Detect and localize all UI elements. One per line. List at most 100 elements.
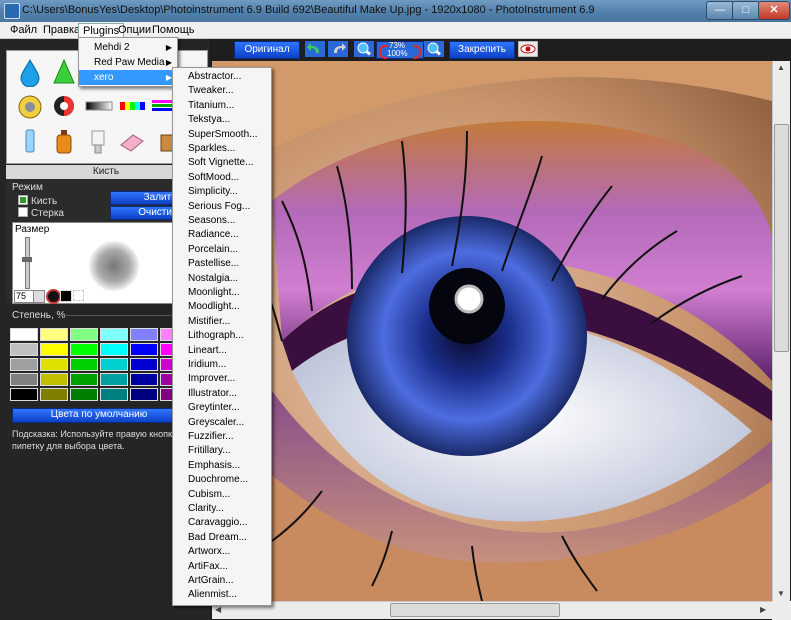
- gradient-icon[interactable]: [83, 91, 113, 121]
- horizontal-scroll-thumb[interactable]: [390, 603, 560, 617]
- xero-menu-item[interactable]: Simplicity...: [188, 186, 238, 197]
- palette-swatch[interactable]: [70, 328, 98, 341]
- size-slider-thumb[interactable]: [22, 257, 32, 262]
- redo-icon[interactable]: [328, 41, 348, 57]
- xero-menu-item[interactable]: Tekstya...: [188, 114, 230, 125]
- eraser-checkbox[interactable]: [18, 207, 28, 217]
- palette-swatch[interactable]: [70, 373, 98, 386]
- xero-menu-item[interactable]: Clarity...: [188, 503, 224, 514]
- size-slider[interactable]: [25, 237, 30, 289]
- xero-menu-item[interactable]: Emphasis...: [188, 460, 240, 471]
- xero-menu-item[interactable]: Nostalgia...: [188, 273, 238, 284]
- palette-swatch[interactable]: [70, 388, 98, 401]
- xero-menu-item[interactable]: Greyscaler...: [188, 417, 244, 428]
- menu-file[interactable]: Файл: [6, 23, 41, 37]
- mode-brush-option[interactable]: Кисть: [18, 195, 57, 207]
- water-drop-icon[interactable]: [15, 57, 45, 87]
- menu-help[interactable]: Помощь: [148, 23, 199, 37]
- contrast-icon[interactable]: [49, 91, 79, 121]
- scroll-down-icon[interactable]: ▼: [777, 589, 785, 598]
- zoom-in-icon[interactable]: [354, 41, 374, 57]
- xero-menu-item[interactable]: Caravaggio...: [188, 517, 247, 528]
- xero-menu-item[interactable]: Soft Vignette...: [188, 157, 253, 168]
- palette-swatch[interactable]: [100, 343, 128, 356]
- lamp-icon[interactable]: [83, 127, 113, 157]
- selection-icon[interactable]: [73, 290, 84, 301]
- brush-checkbox[interactable]: [18, 195, 28, 205]
- xero-menu-item[interactable]: Bad Dream...: [188, 532, 247, 543]
- palette-swatch[interactable]: [100, 328, 128, 341]
- scroll-up-icon[interactable]: ▲: [777, 63, 785, 72]
- xero-menu-item[interactable]: Moonlight...: [188, 287, 240, 298]
- zoom-out-icon[interactable]: [424, 41, 444, 57]
- plugins-menu-item-mehdi[interactable]: Mehdi 2 ▶: [79, 40, 177, 55]
- size-value-input[interactable]: 75: [14, 290, 35, 303]
- xero-menu-item[interactable]: ArtGrain...: [188, 575, 234, 586]
- palette-swatch[interactable]: [100, 388, 128, 401]
- palette-swatch[interactable]: [130, 373, 158, 386]
- palette-swatch[interactable]: [70, 358, 98, 371]
- palette-swatch[interactable]: [10, 328, 38, 341]
- xero-menu-item[interactable]: Abstractor...: [188, 71, 241, 82]
- color-bars-icon[interactable]: [117, 91, 147, 121]
- size-spinner[interactable]: [33, 290, 45, 303]
- bottle-icon[interactable]: [49, 127, 79, 157]
- cone-icon[interactable]: [49, 57, 79, 87]
- xero-menu-item[interactable]: Sparkles...: [188, 143, 235, 154]
- undo-icon[interactable]: [305, 41, 325, 57]
- xero-menu-item[interactable]: Lineart...: [188, 345, 227, 356]
- eraser-icon[interactable]: [117, 127, 147, 157]
- xero-menu-item[interactable]: Titanium...: [188, 100, 234, 111]
- palette-swatch[interactable]: [130, 388, 158, 401]
- vertical-scroll-thumb[interactable]: [774, 124, 789, 352]
- palette-swatch[interactable]: [130, 343, 158, 356]
- default-colors-button[interactable]: Цвета по умолчанию: [12, 408, 186, 423]
- scroll-left-icon[interactable]: ◀: [215, 605, 221, 614]
- xero-menu-item[interactable]: SuperSmooth...: [188, 129, 257, 140]
- xero-menu-item[interactable]: Mistifier...: [188, 316, 230, 327]
- xero-menu-item[interactable]: Radiance...: [188, 229, 239, 240]
- original-button[interactable]: Оригинал: [234, 41, 300, 59]
- stamp-icon[interactable]: [15, 91, 45, 121]
- xero-menu-item[interactable]: Alienmist...: [188, 589, 237, 600]
- palette-swatch[interactable]: [10, 358, 38, 371]
- palette-swatch[interactable]: [130, 358, 158, 371]
- xero-menu-item[interactable]: Cubism...: [188, 489, 230, 500]
- palette-swatch[interactable]: [130, 328, 158, 341]
- eye-icon[interactable]: [518, 41, 538, 57]
- plugins-menu-item-xero[interactable]: xero ▶: [79, 70, 177, 85]
- palette-swatch[interactable]: [100, 358, 128, 371]
- palette-swatch[interactable]: [10, 373, 38, 386]
- xero-menu-item[interactable]: Illustrator...: [188, 388, 237, 399]
- xero-menu-item[interactable]: Improver...: [188, 373, 235, 384]
- xero-menu-item[interactable]: Pastellise...: [188, 258, 239, 269]
- xero-menu-item[interactable]: ArtiFax...: [188, 561, 228, 572]
- palette-swatch[interactable]: [40, 328, 68, 341]
- palette-swatch[interactable]: [10, 343, 38, 356]
- plugins-menu-item-redpaw[interactable]: Red Paw Media ▶: [79, 55, 177, 70]
- xero-menu-item[interactable]: Greytinter...: [188, 402, 240, 413]
- xero-menu-item[interactable]: Lithograph...: [188, 330, 244, 341]
- close-button[interactable]: ✕: [758, 1, 790, 20]
- xero-menu-item[interactable]: Moodlight...: [188, 301, 240, 312]
- palette-swatch[interactable]: [40, 373, 68, 386]
- pin-button[interactable]: Закрепить: [449, 41, 515, 59]
- xero-menu-item[interactable]: Fritillary...: [188, 445, 231, 456]
- palette-swatch[interactable]: [40, 388, 68, 401]
- xero-menu-item[interactable]: Fuzzifier...: [188, 431, 234, 442]
- color-picker-icon[interactable]: [46, 289, 61, 304]
- color-swatch-current[interactable]: [60, 290, 72, 302]
- tube-icon[interactable]: [15, 127, 45, 157]
- xero-menu-item[interactable]: Seasons...: [188, 215, 235, 226]
- maximize-button[interactable]: □: [732, 1, 760, 20]
- palette-swatch[interactable]: [40, 343, 68, 356]
- xero-menu-item[interactable]: Porcelain...: [188, 244, 238, 255]
- xero-menu-item[interactable]: Tweaker...: [188, 85, 234, 96]
- xero-menu-item[interactable]: Duochrome...: [188, 474, 248, 485]
- palette-swatch[interactable]: [10, 388, 38, 401]
- mode-eraser-option[interactable]: Стерка: [18, 207, 64, 219]
- palette-swatch[interactable]: [100, 373, 128, 386]
- xero-menu-item[interactable]: Iridium...: [188, 359, 226, 370]
- xero-menu-item[interactable]: Artworx...: [188, 546, 230, 557]
- minimize-button[interactable]: —: [706, 1, 734, 20]
